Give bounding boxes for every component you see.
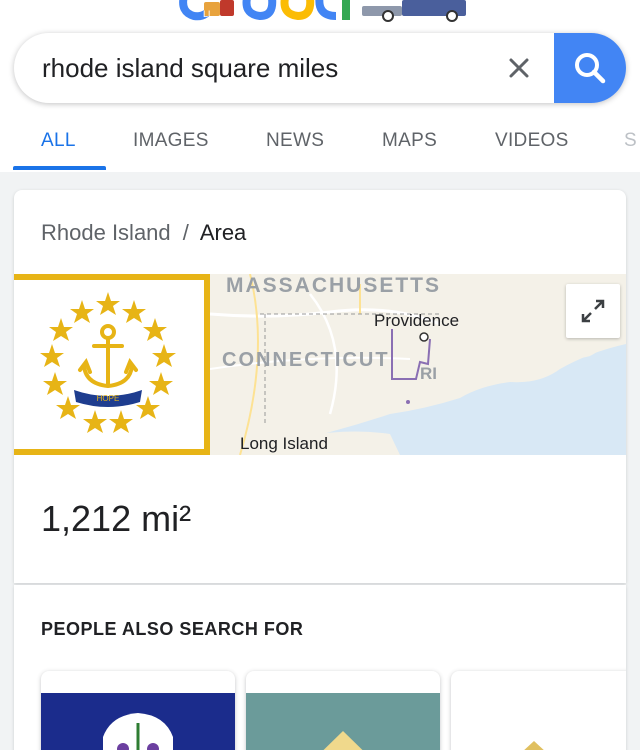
search-tabs: ALL IMAGES NEWS MAPS VIDEOS S [0, 118, 640, 172]
connecticut-flag-icon [41, 693, 235, 750]
seal-icon [451, 693, 626, 750]
search-button[interactable] [554, 33, 626, 103]
map-label-providence: Providence [374, 311, 460, 330]
tab-images[interactable]: IMAGES [133, 130, 209, 152]
flag-motto: HOPE [97, 394, 120, 403]
tab-shopping[interactable]: S [624, 130, 637, 152]
rhode-island-flag-icon[interactable]: HOPE [14, 274, 210, 455]
related-card-connecticut[interactable] [41, 671, 235, 750]
tab-all[interactable]: ALL [41, 130, 76, 152]
expand-icon [581, 299, 605, 323]
tab-news[interactable]: NEWS [266, 130, 324, 152]
knowledge-card: Rhode Island / Area HOPE MASSACHUSETTS P… [14, 190, 626, 583]
map-label-massachusetts: MASSACHUSETTS [226, 274, 442, 297]
search-bar[interactable]: rhode island square miles [14, 33, 626, 103]
svg-text:LL: LL [203, 9, 213, 19]
map-view[interactable]: MASSACHUSETTS Providence CONNECTICUT RI … [210, 274, 626, 455]
area-value: 1,212 mi² [41, 498, 192, 539]
search-input[interactable]: rhode island square miles [42, 53, 338, 84]
related-card-delaware[interactable] [246, 671, 440, 750]
map-label-long-island: Long Island [240, 434, 328, 453]
breadcrumb-parent[interactable]: Rhode Island [41, 220, 171, 245]
people-also-search-title: PEOPLE ALSO SEARCH FOR [41, 619, 304, 639]
breadcrumb-current: Area [199, 220, 247, 245]
map-label-connecticut: CONNECTICUT [222, 349, 390, 371]
active-tab-indicator [13, 166, 106, 170]
tab-maps[interactable]: MAPS [382, 130, 437, 152]
breadcrumb-separator: / [182, 220, 189, 245]
clear-button[interactable] [500, 49, 538, 87]
tab-videos[interactable]: VIDEOS [495, 130, 569, 152]
people-also-search-section: PEOPLE ALSO SEARCH FOR [14, 585, 626, 750]
doodle-logo-icon[interactable]: LL [170, 0, 470, 28]
breadcrumb: Rhode Island / Area [41, 220, 246, 246]
delaware-flag-icon [246, 693, 440, 750]
related-card-third[interactable] [451, 671, 626, 750]
clear-icon [509, 58, 529, 78]
map-label-ri: RI [420, 364, 437, 383]
header: LL rhode island square miles ALL IMAGES … [0, 0, 640, 172]
search-icon [575, 53, 606, 84]
expand-map-button[interactable] [566, 284, 620, 338]
